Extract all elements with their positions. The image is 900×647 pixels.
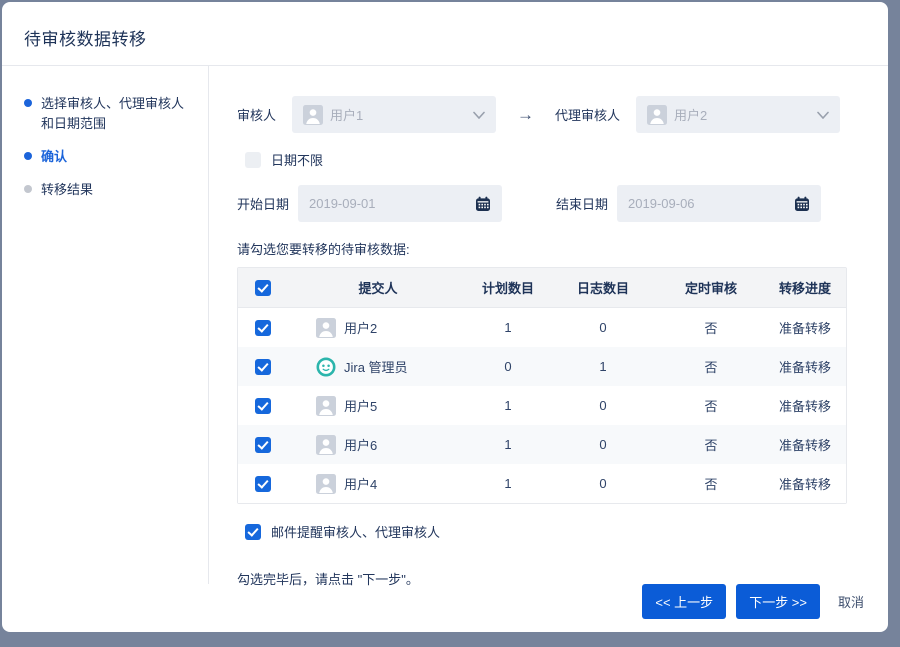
wizard-step-sidebar: 选择审核人、代理审核人和日期范围 确认 转移结果	[2, 66, 208, 584]
plan-count: 0	[504, 359, 512, 374]
table-rows: 用户2 1 0 否 准备转移 Jira 管理员 0 1 否 准备转移 用户5 1…	[238, 308, 846, 503]
log-count: 0	[599, 320, 607, 335]
proxy-reviewer-label: 代理审核人	[555, 108, 621, 123]
proxy-reviewer-select[interactable]: 用户2	[636, 96, 841, 133]
transfer-progress: 准备转移	[778, 477, 831, 492]
start-date-value: 2019-09-01	[309, 196, 376, 211]
step-label: 选择审核人、代理审核人和日期范围	[41, 96, 185, 132]
step-label: 转移结果	[41, 182, 94, 198]
column-header-transfer-progress: 转移进度	[778, 281, 831, 296]
row-checkbox[interactable]	[255, 436, 271, 453]
plan-count: 1	[504, 476, 512, 491]
user-avatar-icon	[316, 317, 336, 338]
timed-review: 否	[704, 477, 718, 492]
table-row: 用户4 1 0 否 准备转移	[238, 464, 846, 503]
submitter-name: 用户5	[344, 399, 378, 414]
column-header-submitter: 提交人	[358, 281, 398, 296]
dialog-footer: << 上一步 下一步 >> 取消	[2, 584, 888, 632]
sidebar-step-result: 转移结果	[24, 180, 196, 200]
log-count: 1	[599, 359, 607, 374]
right-arrow-icon: →	[517, 104, 535, 124]
reviewer-selected-value: 用户1	[330, 108, 364, 123]
timed-review: 否	[704, 438, 718, 453]
row-checkbox[interactable]	[255, 475, 271, 492]
table-row: 用户2 1 0 否 准备转移	[238, 308, 846, 347]
jira-admin-avatar-icon	[316, 356, 336, 377]
row-checkbox[interactable]	[255, 319, 271, 336]
no-date-limit-checkbox[interactable]	[245, 151, 261, 168]
timed-review: 否	[704, 360, 718, 375]
calendar-icon[interactable]	[475, 196, 491, 212]
user-avatar-icon	[303, 104, 324, 125]
next-step-button[interactable]: 下一步 >>	[736, 584, 820, 619]
email-notify-label: 邮件提醒审核人、代理审核人	[271, 525, 441, 540]
step-dot-icon	[24, 185, 32, 194]
end-date-label: 结束日期	[556, 197, 609, 212]
sidebar-step-select-reviewers: 选择审核人、代理审核人和日期范围	[24, 94, 196, 134]
dialog-title: 待审核数据转移	[24, 30, 147, 49]
user-avatar-icon	[647, 104, 668, 125]
submitter-name: 用户4	[344, 477, 378, 492]
step-dot-icon	[24, 99, 32, 107]
transfer-progress: 准备转移	[778, 321, 831, 336]
table-row: Jira 管理员 0 1 否 准备转移	[238, 347, 846, 386]
start-date-label: 开始日期	[237, 197, 290, 212]
previous-step-button[interactable]: << 上一步	[642, 584, 727, 619]
reviewer-select[interactable]: 用户1	[292, 96, 497, 133]
log-count: 0	[599, 476, 607, 491]
user-avatar-icon	[316, 434, 336, 455]
column-header-plan-count: 计划数目	[481, 281, 534, 296]
main-panel: 审核人 用户1 → 代理审核人 用户2 日期不限 开始日期 2019-09-01…	[208, 66, 888, 587]
calendar-icon[interactable]	[794, 196, 810, 212]
table-header-row: 提交人 计划数目 日志数目 定时审核 转移进度	[238, 268, 846, 308]
plan-count: 1	[504, 398, 512, 413]
email-notify-checkbox[interactable]	[245, 523, 261, 540]
column-header-timed-review: 定时审核	[684, 281, 737, 296]
proxy-reviewer-selected-value: 用户2	[674, 108, 708, 123]
dialog-header: 待审核数据转移	[2, 2, 888, 66]
plan-count: 1	[504, 437, 512, 452]
transfer-progress: 准备转移	[778, 438, 831, 453]
log-count: 0	[599, 437, 607, 452]
end-date-input[interactable]: 2019-09-06	[617, 185, 822, 222]
step-label: 确认	[41, 149, 68, 165]
sidebar-step-confirm: 确认	[24, 147, 196, 167]
timed-review: 否	[704, 399, 718, 414]
end-date-value: 2019-09-06	[628, 196, 695, 211]
chevron-down-icon	[473, 111, 485, 119]
select-all-checkbox[interactable]	[255, 279, 271, 296]
submitter-name: Jira 管理员	[344, 360, 408, 375]
step-dot-icon	[24, 152, 32, 161]
table-row: 用户6 1 0 否 准备转移	[238, 425, 846, 464]
chevron-down-icon	[817, 111, 829, 119]
user-avatar-icon	[316, 473, 336, 494]
cancel-button[interactable]: 取消	[838, 592, 864, 611]
pending-review-table: 提交人 计划数目 日志数目 定时审核 转移进度 用户2 1 0 否 准备转移 J…	[237, 267, 847, 504]
start-date-input[interactable]: 2019-09-01	[298, 185, 503, 222]
submitter-name: 用户6	[344, 438, 378, 453]
timed-review: 否	[704, 321, 718, 336]
plan-count: 1	[504, 320, 512, 335]
transfer-dialog: 待审核数据转移 选择审核人、代理审核人和日期范围 确认 转移结果 审核人 用户1…	[2, 2, 888, 632]
log-count: 0	[599, 398, 607, 413]
row-checkbox[interactable]	[255, 397, 271, 414]
table-row: 用户5 1 0 否 准备转移	[238, 386, 846, 425]
row-checkbox[interactable]	[255, 358, 271, 375]
reviewer-label: 审核人	[237, 108, 277, 123]
no-date-limit-label: 日期不限	[271, 153, 324, 168]
transfer-progress: 准备转移	[778, 399, 831, 414]
transfer-progress: 准备转移	[778, 360, 831, 375]
table-caption: 请勾选您要转移的待审核数据:	[237, 242, 410, 257]
submitter-name: 用户2	[344, 321, 378, 336]
user-avatar-icon	[316, 395, 336, 416]
column-header-log-count: 日志数目	[576, 281, 629, 296]
